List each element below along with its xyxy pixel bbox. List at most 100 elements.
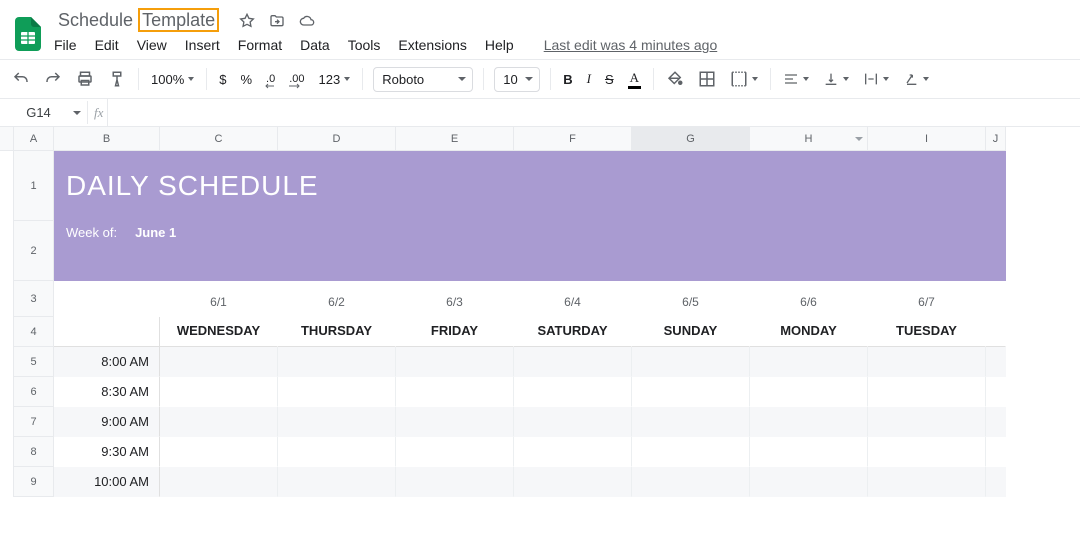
cell-G5[interactable] (632, 347, 750, 377)
cell-F5[interactable] (514, 347, 632, 377)
menu-view[interactable]: View (137, 37, 167, 53)
redo-button[interactable] (42, 68, 64, 90)
cell-F8[interactable] (514, 437, 632, 467)
row-header-9[interactable]: 9 (14, 467, 54, 497)
cell-C4[interactable]: WEDNESDAY (160, 317, 278, 347)
col-header-C[interactable]: C (160, 127, 278, 151)
cell-G9[interactable] (632, 467, 750, 497)
banner[interactable]: DAILY SCHEDULE (54, 151, 1006, 221)
cell-G7[interactable] (632, 407, 750, 437)
italic-button[interactable]: I (585, 69, 593, 89)
cell-C7[interactable] (160, 407, 278, 437)
cell-J6[interactable] (986, 377, 1006, 407)
row-header-3[interactable]: 3 (14, 281, 54, 317)
col-header-A[interactable]: A (14, 127, 54, 151)
cell-B3[interactable] (54, 281, 160, 317)
decrease-decimal-button[interactable]: .0 (264, 71, 277, 87)
cell-G3[interactable]: 6/5 (632, 281, 750, 317)
cell-F3[interactable]: 6/4 (514, 281, 632, 317)
col-header-B[interactable]: B (54, 127, 160, 151)
row-header-2[interactable]: 2 (14, 221, 54, 281)
cell-D5[interactable] (278, 347, 396, 377)
bold-button[interactable]: B (561, 70, 574, 89)
cell-F9[interactable] (514, 467, 632, 497)
cell-D6[interactable] (278, 377, 396, 407)
sheets-logo[interactable] (8, 14, 48, 54)
col-header-J[interactable]: J (986, 127, 1006, 151)
cell-E7[interactable] (396, 407, 514, 437)
cell-C9[interactable] (160, 467, 278, 497)
cell-B9[interactable]: 10:00 AM (54, 467, 160, 497)
cell-J5[interactable] (986, 347, 1006, 377)
cell-H5[interactable] (750, 347, 868, 377)
h-align-button[interactable] (781, 69, 811, 89)
cell-B6[interactable]: 8:30 AM (54, 377, 160, 407)
row-header-7[interactable]: 7 (14, 407, 54, 437)
cell-E5[interactable] (396, 347, 514, 377)
cell-B4[interactable] (54, 317, 160, 347)
number-format-dropdown[interactable]: 123 (317, 70, 353, 89)
menu-extensions[interactable]: Extensions (398, 37, 466, 53)
cell-D8[interactable] (278, 437, 396, 467)
cloud-icon[interactable] (299, 13, 315, 29)
col-header-dropdown-icon[interactable] (855, 137, 863, 145)
col-header-H[interactable]: H (750, 127, 868, 151)
col-header-D[interactable]: D (278, 127, 396, 151)
cell-H7[interactable] (750, 407, 868, 437)
cell-D7[interactable] (278, 407, 396, 437)
text-wrap-button[interactable] (861, 69, 891, 89)
cell-C3[interactable]: 6/1 (160, 281, 278, 317)
formula-bar-input[interactable] (108, 99, 1080, 126)
cell-C8[interactable] (160, 437, 278, 467)
cell-H4[interactable]: MONDAY (750, 317, 868, 347)
cell-E9[interactable] (396, 467, 514, 497)
col-header-I[interactable]: I (868, 127, 986, 151)
row-header-5[interactable]: 5 (14, 347, 54, 377)
name-box[interactable]: G14 (0, 101, 88, 124)
cell-F6[interactable] (514, 377, 632, 407)
cell-D3[interactable]: 6/2 (278, 281, 396, 317)
undo-button[interactable] (10, 68, 32, 90)
move-icon[interactable] (269, 13, 285, 29)
cell-H9[interactable] (750, 467, 868, 497)
cell-H8[interactable] (750, 437, 868, 467)
merge-cells-button[interactable] (728, 68, 760, 90)
cell-G6[interactable] (632, 377, 750, 407)
cell-J9[interactable] (986, 467, 1006, 497)
col-header-F[interactable]: F (514, 127, 632, 151)
menu-help[interactable]: Help (485, 37, 514, 53)
strike-button[interactable]: S (603, 70, 616, 89)
cell-F4[interactable]: SATURDAY (514, 317, 632, 347)
cell-G4[interactable]: SUNDAY (632, 317, 750, 347)
col-header-G[interactable]: G (632, 127, 750, 151)
fill-color-button[interactable] (664, 68, 686, 90)
cell-I7[interactable] (868, 407, 986, 437)
cell-C6[interactable] (160, 377, 278, 407)
paint-format-button[interactable] (106, 68, 128, 90)
col-header-E[interactable]: E (396, 127, 514, 151)
menu-insert[interactable]: Insert (185, 37, 220, 53)
row-header-6[interactable]: 6 (14, 377, 54, 407)
menu-format[interactable]: Format (238, 37, 282, 53)
v-align-button[interactable] (821, 69, 851, 89)
menu-data[interactable]: Data (300, 37, 330, 53)
text-rotation-button[interactable] (901, 69, 931, 89)
cell-G8[interactable] (632, 437, 750, 467)
cell-H3[interactable]: 6/6 (750, 281, 868, 317)
cell-I6[interactable] (868, 377, 986, 407)
document-title[interactable]: Schedule Template (54, 8, 223, 33)
cell-I9[interactable] (868, 467, 986, 497)
currency-button[interactable]: $ (217, 70, 228, 89)
cell-F7[interactable] (514, 407, 632, 437)
print-button[interactable] (74, 68, 96, 90)
increase-decimal-button[interactable]: .00 (287, 71, 306, 87)
text-color-button[interactable]: A (626, 68, 643, 91)
menu-tools[interactable]: Tools (348, 37, 381, 53)
font-family-dropdown[interactable]: Roboto (373, 67, 473, 92)
cell-D9[interactable] (278, 467, 396, 497)
cell-J7[interactable] (986, 407, 1006, 437)
cell-E3[interactable]: 6/3 (396, 281, 514, 317)
last-edit-link[interactable]: Last edit was 4 minutes ago (544, 37, 718, 53)
font-size-dropdown[interactable]: 10 (494, 67, 540, 92)
cell-B5[interactable]: 8:00 AM (54, 347, 160, 377)
